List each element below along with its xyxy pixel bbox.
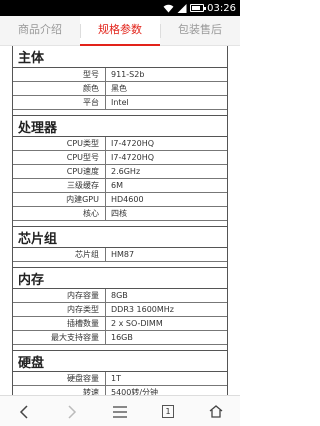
spec-row: 三级缓存 6M	[13, 179, 227, 193]
spec-value: I7-4720HQ	[111, 139, 155, 148]
menu-button[interactable]	[96, 396, 144, 426]
spec-label: 内存容量	[13, 289, 106, 302]
section-title: 硬盘	[13, 350, 227, 372]
spec-value: 5400转/分钟	[111, 388, 159, 395]
signal-icon	[177, 3, 187, 13]
forward-button[interactable]	[48, 396, 96, 426]
home-icon	[209, 405, 223, 418]
section-title: 主体	[13, 46, 227, 68]
spec-value: 四核	[111, 209, 127, 218]
tab-specifications[interactable]: 规格参数	[80, 16, 160, 46]
spec-row: 型号 911-S2b	[13, 68, 227, 82]
spec-label: CPU类型	[13, 137, 106, 150]
spec-label: 型号	[13, 68, 106, 81]
spec-value: 1T	[111, 374, 121, 383]
spec-value: Intel	[111, 98, 129, 107]
spec-value: DDR3 1600MHz	[111, 305, 174, 314]
spec-label: 转速	[13, 386, 106, 395]
tabs-button[interactable]: 1	[144, 396, 192, 426]
spec-value: HD4600	[111, 195, 144, 204]
back-button[interactable]	[0, 396, 48, 426]
section-title: 内存	[13, 267, 227, 289]
spec-label: 核心	[13, 207, 106, 220]
spec-value: 16GB	[111, 333, 133, 342]
spec-value: 2 x SO-DIMM	[111, 319, 163, 328]
wifi-icon	[163, 4, 174, 13]
spec-row: 内建GPU HD4600	[13, 193, 227, 207]
spec-row: 最大支持容量 16GB	[13, 331, 227, 345]
forward-icon	[68, 404, 77, 419]
spec-row: CPU型号 I7-4720HQ	[13, 151, 227, 165]
spec-row: 插槽数量 2 x SO-DIMM	[13, 317, 227, 331]
spec-value: 2.6GHz	[111, 167, 141, 176]
spec-value: 8GB	[111, 291, 128, 300]
spec-value: I7-4720HQ	[111, 153, 155, 162]
spec-content[interactable]: 主体 型号 911-S2b 颜色 黑色 平台 Intel 处理器 CPU类型 I7-4720HQ C…	[0, 46, 240, 395]
spec-label: 芯片组	[13, 248, 106, 261]
spec-row: 转速 5400转/分钟	[13, 386, 227, 395]
section-title: 处理器	[13, 115, 227, 137]
spec-label: CPU速度	[13, 165, 106, 178]
tab-bar: 商品介绍 规格参数 包装售后	[0, 16, 240, 46]
spec-section: 内存 内存容量 8GB 内存类型 DDR3 1600MHz 插槽数量 2 x SO-DIMM…	[13, 267, 227, 345]
home-button[interactable]	[192, 396, 240, 426]
spec-label: CPU型号	[13, 151, 106, 164]
status-indicators: 03:26	[163, 0, 236, 16]
spec-label: 内建GPU	[13, 193, 106, 206]
menu-icon	[113, 405, 127, 418]
spec-label: 平台	[13, 96, 106, 109]
spec-row: 内存类型 DDR3 1600MHz	[13, 303, 227, 317]
spec-section: 芯片组 芯片组 HM87	[13, 226, 227, 262]
spec-label: 硬盘容量	[13, 372, 106, 385]
spec-section: 硬盘 硬盘容量 1T 转速 5400转/分钟	[13, 350, 227, 395]
spec-row: CPU速度 2.6GHz	[13, 165, 227, 179]
back-icon	[19, 404, 28, 419]
spec-section: 主体 型号 911-S2b 颜色 黑色 平台 Intel	[13, 46, 227, 110]
spec-section: 处理器 CPU类型 I7-4720HQ CPU型号 I7-4720HQ CPU速度 2.6G…	[13, 115, 227, 221]
tab-product-intro[interactable]: 商品介绍	[0, 16, 80, 46]
spec-value: 911-S2b	[111, 70, 145, 79]
spec-row: 内存容量 8GB	[13, 289, 227, 303]
spec-row: 芯片组 HM87	[13, 248, 227, 262]
spec-value: 6M	[111, 181, 123, 190]
spec-row: CPU类型 I7-4720HQ	[13, 137, 227, 151]
status-time: 03:26	[207, 2, 236, 14]
spec-table: 主体 型号 911-S2b 颜色 黑色 平台 Intel 处理器 CPU类型 I7-4720HQ C…	[12, 46, 228, 395]
tab-divider	[80, 24, 81, 38]
tab-divider	[160, 24, 161, 38]
section-title: 芯片组	[13, 226, 227, 248]
spec-label: 插槽数量	[13, 317, 106, 330]
spec-label: 内存类型	[13, 303, 106, 316]
spec-row: 核心 四核	[13, 207, 227, 221]
battery-icon	[190, 4, 207, 12]
spec-label: 颜色	[13, 82, 106, 95]
status-bar: 03:26	[0, 0, 240, 16]
spec-row: 平台 Intel	[13, 96, 227, 110]
spec-value: 黑色	[111, 84, 127, 93]
spec-value: HM87	[111, 250, 135, 259]
spec-label: 三级缓存	[13, 179, 106, 192]
spec-row: 颜色 黑色	[13, 82, 227, 96]
tab-packaging-service[interactable]: 包装售后	[160, 16, 240, 46]
spec-label: 最大支持容量	[13, 331, 106, 344]
bottom-nav: 1	[0, 395, 240, 426]
tabs-icon: 1	[162, 405, 174, 418]
spec-row: 硬盘容量 1T	[13, 372, 227, 386]
